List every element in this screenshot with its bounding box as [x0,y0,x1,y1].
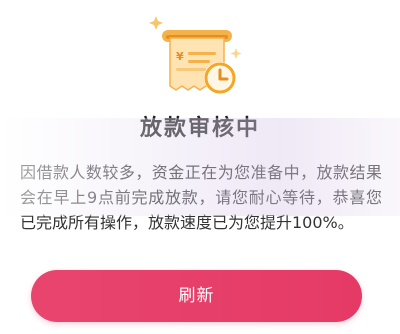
loan-review-page: ¥ 放款审核中 因借款人数较多，资金正在为您准备中，放款结果会在早上9点前完成放… [0,0,400,334]
page-title: 放款审核中 [139,116,260,141]
refresh-button[interactable]: 刷新 [31,270,362,322]
svg-text:¥: ¥ [176,50,184,63]
receipt-clock-icon: ¥ [140,8,250,108]
status-message: 因借款人数较多，资金正在为您准备中，放款结果会在早上9点前完成放款，请您耐心等待… [20,163,382,232]
